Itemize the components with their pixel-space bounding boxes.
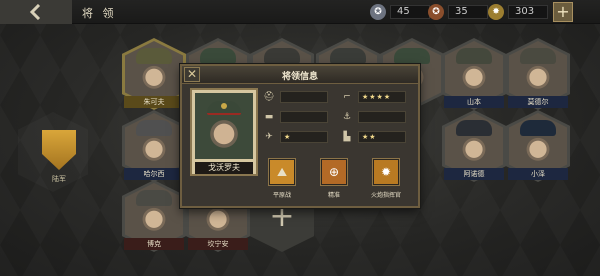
resource-silver-value: 45 [390, 5, 430, 19]
general-portrait-card: 戈沃罗夫 [190, 88, 258, 176]
general-name: 坎宁安 [188, 238, 248, 250]
resource-gold-value: 303 [508, 5, 548, 19]
general-name: 莫德尔 [508, 96, 568, 108]
stat-artillery-value: ★★★★ [358, 91, 406, 103]
skill-plains-label: 平原战 [272, 192, 291, 199]
skill-plains-button[interactable]: ⛰ [268, 158, 296, 186]
resource-bronze: ✪ 35 [428, 3, 488, 21]
artillery-commander-icon: ✹ [374, 160, 398, 184]
back-button[interactable] [0, 0, 72, 24]
stat-air: ✈ ★ [262, 130, 328, 144]
resource-silver: ✪ 45 [370, 3, 430, 21]
skill-precision-button[interactable]: ⊕ [320, 158, 348, 186]
stat-navy-value [358, 111, 406, 123]
bronze-medal-icon: ✪ [428, 4, 444, 20]
general-name-label: 戈沃罗夫 [195, 162, 253, 174]
stat-defense: ▙ ★★ [340, 130, 406, 144]
top-bar: 将 领 ✪ 45 ✪ 35 ✸ 303 + [0, 0, 600, 24]
dialog-header: 将领信息 ✕ [182, 66, 418, 84]
boot-icon: ▙ [343, 132, 351, 142]
stat-artillery: ⌐ ★★★★ [340, 90, 406, 104]
stat-tank-value [280, 111, 328, 123]
skill-artillery-commander-button[interactable]: ✹ [372, 158, 400, 186]
general-name: 山本 [444, 96, 504, 108]
skill-artillery-commander-label: 火炮指挥官 [370, 192, 401, 199]
resource-gold: ✸ 303 [488, 3, 548, 21]
stat-infantry: ⛑ [262, 90, 328, 104]
general-name: 小泽 [508, 168, 568, 180]
general-name: 哈尔西 [124, 168, 184, 180]
army-badge-label: 陆军 [52, 175, 66, 183]
close-button[interactable]: ✕ [184, 67, 200, 82]
stat-defense-value: ★★ [358, 131, 406, 143]
silver-medal-icon: ✪ [370, 4, 386, 20]
resource-bronze-value: 35 [448, 5, 488, 19]
dialog-title: 将领信息 [281, 72, 318, 82]
cap-badge-icon [221, 103, 227, 109]
plane-icon: ✈ [265, 132, 273, 142]
plains-icon: ⛰ [270, 160, 294, 184]
crosshair-icon: ⊕ [322, 160, 346, 184]
stat-navy: ⚓ [340, 110, 406, 124]
anchor-icon: ⚓ [342, 112, 352, 122]
stat-air-value: ★ [280, 131, 328, 143]
add-resource-button[interactable]: + [553, 2, 573, 22]
general-name: 博克 [124, 238, 184, 250]
gold-star-medal-icon: ✸ [488, 4, 504, 20]
stat-infantry-value [280, 91, 328, 103]
general-info-dialog: 将领信息 ✕ 戈沃罗夫 ⛑ ▬ ✈ ★ ⌐ ★★★★ ⚓ ▙ ★★ ⛰ 平原战 … [180, 64, 420, 208]
stat-tank: ▬ [262, 110, 328, 124]
tank-icon: ▬ [264, 112, 274, 122]
general-name: 朱可夫 [124, 96, 184, 108]
helmet-icon: ⛑ [263, 92, 275, 102]
general-portrait-image [195, 93, 253, 159]
page-title: 将 领 [82, 7, 117, 20]
skill-precision-label: 精准 [327, 192, 340, 199]
artillery-icon: ⌐ [343, 92, 351, 102]
back-arrow-icon [29, 4, 41, 20]
general-name: 阿诺德 [444, 168, 504, 180]
